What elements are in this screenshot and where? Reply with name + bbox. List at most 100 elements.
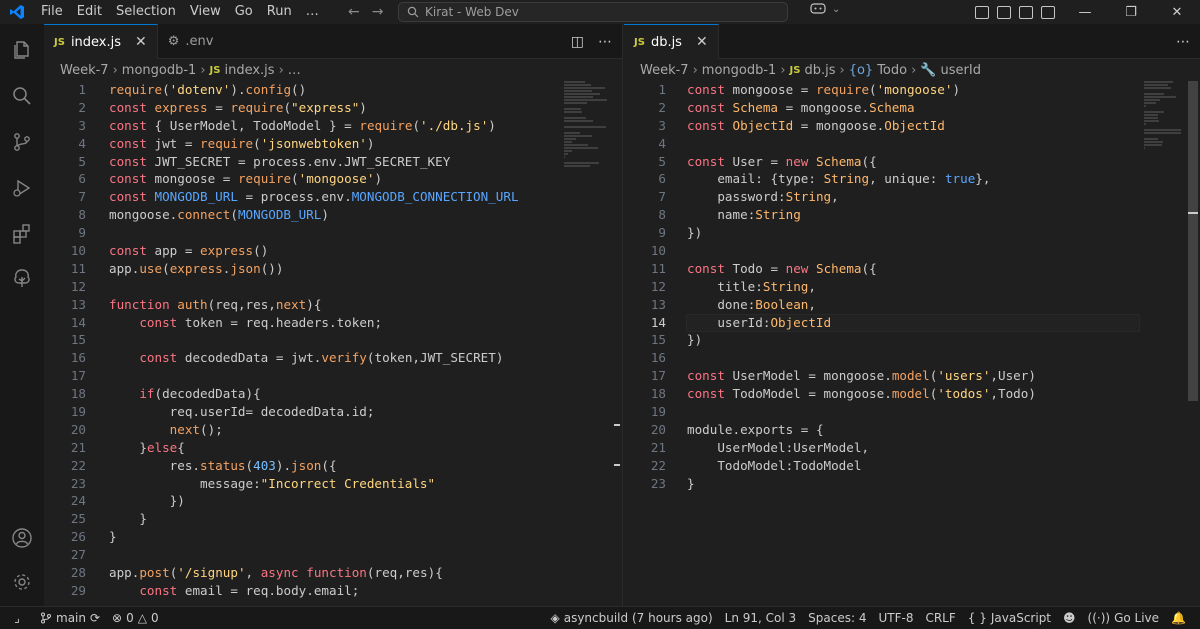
code-line[interactable]: 5 const JWT_SECRET = process.env.JWT_SECR…	[44, 153, 564, 171]
code-line[interactable]: 25 }	[44, 510, 564, 528]
go-live-button[interactable]: ((·)) Go Live	[1082, 611, 1166, 625]
forward-arrow-icon[interactable]: →	[372, 4, 384, 20]
code-line[interactable]: 7 const MONGODB_URL = process.env.MONGODB…	[44, 188, 564, 206]
code-line[interactable]: 23}	[624, 475, 1144, 493]
code-line[interactable]: 16	[624, 349, 1144, 367]
menu-file[interactable]: File	[34, 0, 70, 24]
code-line[interactable]: 22 TodoModel:TodoModel	[624, 457, 1144, 475]
toggle-secondary-sidebar-icon[interactable]	[1019, 5, 1033, 19]
code-line[interactable]: 8 mongoose.connect(MONGODB_URL)	[44, 206, 564, 224]
code-line[interactable]: 20 module.exports = {	[624, 421, 1144, 439]
minimap-left[interactable]	[564, 81, 612, 211]
code-line[interactable]: 16 const decodedData = jwt.verify(token,…	[44, 349, 564, 367]
indentation[interactable]: Spaces: 4	[802, 611, 872, 625]
code-line[interactable]: 24 })	[44, 492, 564, 510]
menu-more[interactable]: …	[299, 0, 326, 24]
code-line[interactable]: 26}	[44, 528, 564, 546]
menu-edit[interactable]: Edit	[70, 0, 109, 24]
source-control-icon[interactable]	[10, 130, 34, 154]
code-line[interactable]: 4 const jwt = require('jsonwebtoken')	[44, 135, 564, 153]
code-line[interactable]: 18 const TodoModel = mongoose.model('todo…	[624, 385, 1144, 403]
code-line[interactable]: 1 require('dotenv').config()	[44, 81, 564, 99]
menu-selection[interactable]: Selection	[109, 0, 183, 24]
breadcrumb-item[interactable]: db.js	[804, 63, 835, 78]
account-icon[interactable]	[10, 526, 34, 550]
code-line[interactable]: 13 done:Boolean,	[624, 296, 1144, 314]
toggle-sidebar-icon[interactable]	[975, 5, 989, 19]
breadcrumb-item[interactable]: Todo	[877, 63, 907, 78]
customize-layout-icon[interactable]	[1041, 5, 1055, 19]
chevron-down-icon[interactable]: ⌄	[832, 4, 840, 15]
code-line[interactable]: 12	[44, 278, 564, 296]
encoding[interactable]: UTF-8	[872, 611, 919, 625]
cursor-position[interactable]: Ln 91, Col 3	[719, 611, 803, 625]
search-view-icon[interactable]	[10, 84, 34, 108]
close-icon[interactable]: ✕	[1154, 5, 1200, 20]
notifications-bell-icon[interactable]: 🔔	[1165, 611, 1192, 625]
code-line[interactable]: 28 app.post('/signup', async function(req…	[44, 564, 564, 582]
code-line[interactable]: 15	[44, 331, 564, 349]
minimize-icon[interactable]: —	[1062, 5, 1108, 20]
breadcrumb-item[interactable]: Week-7	[640, 63, 689, 78]
run-debug-icon[interactable]	[10, 176, 34, 200]
code-area-right[interactable]: 1 const mongoose = require('mongoose') 2 co…	[624, 81, 1144, 606]
code-line[interactable]: 11 const Todo = new Schema({	[624, 260, 1144, 278]
sync-icon[interactable]: ⟳	[90, 611, 100, 625]
code-line[interactable]: 22 res.status(403).json({	[44, 457, 564, 475]
code-line[interactable]: 13 function auth(req,res,next){	[44, 296, 564, 314]
code-line[interactable]: 23 message:"Incorrect Credentials"	[44, 475, 564, 493]
code-line[interactable]: 2 const Schema = mongoose.Schema	[624, 99, 1144, 117]
code-line[interactable]: 17	[44, 367, 564, 385]
code-line[interactable]: 3 const { UserModel, TodoModel } = requir…	[44, 117, 564, 135]
code-line[interactable]: 12 title:String,	[624, 278, 1144, 296]
problems-indicator[interactable]: ⊗ 0 △ 0	[106, 611, 165, 625]
code-line[interactable]: 1 const mongoose = require('mongoose')	[624, 81, 1144, 99]
menu-run[interactable]: Run	[260, 0, 299, 24]
code-line[interactable]: 29 const email = req.body.email;	[44, 582, 564, 600]
menu-go[interactable]: Go	[228, 0, 260, 24]
code-line[interactable]: 14 userId:ObjectId	[624, 313, 1144, 332]
code-line[interactable]: 20 next();	[44, 421, 564, 439]
minimap-right[interactable]	[1144, 81, 1192, 211]
code-line[interactable]: 6 const mongoose = require('mongoose')	[44, 170, 564, 188]
code-line[interactable]: 4	[624, 135, 1144, 153]
code-line[interactable]: 21 UserModel:UserModel,	[624, 439, 1144, 457]
extensions-icon[interactable]	[10, 222, 34, 246]
tab-index-js[interactable]: JS index.js ✕	[44, 24, 158, 59]
breadcrumb-item[interactable]: userId	[941, 63, 981, 78]
code-line[interactable]: 6 email: {type: String, unique: true},	[624, 170, 1144, 188]
restore-icon[interactable]: ❐	[1108, 5, 1154, 20]
more-actions-icon[interactable]: ⋯	[1176, 34, 1190, 50]
code-line[interactable]: 9})	[624, 224, 1144, 242]
code-line[interactable]: 8 name:String	[624, 206, 1144, 224]
more-actions-icon[interactable]: ⋯	[598, 34, 612, 50]
explorer-icon[interactable]	[10, 38, 34, 62]
line-ending[interactable]: CRLF	[919, 611, 961, 625]
split-editor-icon[interactable]: ◫	[571, 34, 584, 50]
breadcrumb-item[interactable]: mongodb-1	[122, 63, 197, 78]
command-center-search[interactable]: Kirat - Web Dev	[398, 2, 788, 22]
code-line[interactable]: 14 const token = req.headers.token;	[44, 314, 564, 332]
language-mode[interactable]: { } JavaScript	[962, 611, 1057, 625]
breadcrumb-item[interactable]: index.js	[224, 63, 274, 78]
code-line[interactable]: 10 const app = express()	[44, 242, 564, 260]
code-line[interactable]: 18 if(decodedData){	[44, 385, 564, 403]
code-line[interactable]: 15})	[624, 331, 1144, 349]
code-line[interactable]: 7 password:String,	[624, 188, 1144, 206]
remote-tree-icon[interactable]	[10, 266, 34, 290]
code-line[interactable]: 19 req.userId= decodedData.id;	[44, 403, 564, 421]
close-tab-icon[interactable]: ✕	[135, 34, 147, 50]
code-line[interactable]: 2 const express = require("express")	[44, 99, 564, 117]
code-line[interactable]: 19	[624, 403, 1144, 421]
code-line[interactable]: 17 const UserModel = mongoose.model('user…	[624, 367, 1144, 385]
copilot-status-icon[interactable]: ☻	[1057, 611, 1082, 625]
code-line[interactable]: 3 const ObjectId = mongoose.ObjectId	[624, 117, 1144, 135]
breadcrumb-item[interactable]: Week-7	[60, 63, 109, 78]
breadcrumb-item[interactable]: …	[288, 63, 301, 78]
close-tab-icon[interactable]: ✕	[696, 34, 708, 50]
settings-gear-icon[interactable]	[10, 570, 34, 594]
code-line[interactable]: 21 }else{	[44, 439, 564, 457]
vertical-scrollbar[interactable]	[1188, 81, 1198, 401]
copilot-button[interactable]: ⌄	[810, 2, 840, 16]
code-line[interactable]: 9	[44, 224, 564, 242]
